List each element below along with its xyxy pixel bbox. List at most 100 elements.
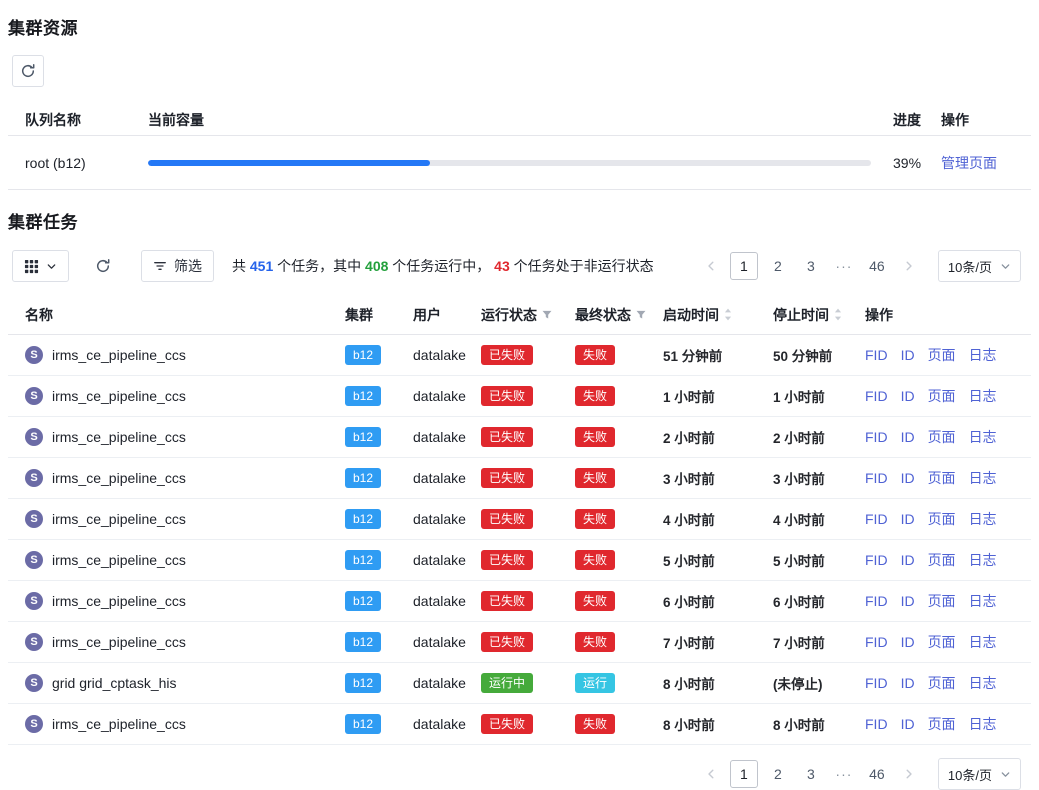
fid-link[interactable]: FID [865,347,888,363]
log-link[interactable]: 日志 [969,345,997,365]
page-link[interactable]: 页面 [928,468,956,488]
run-status-badge: 已失败 [481,632,533,652]
run-status-badge: 已失败 [481,345,533,365]
page-link[interactable]: 页面 [928,632,956,652]
page-link[interactable]: 页面 [928,673,956,693]
log-link[interactable]: 日志 [969,509,997,529]
log-link[interactable]: 日志 [969,632,997,652]
col-header-run-status: 运行状态 [481,305,575,325]
page-button-3[interactable]: 3 [798,760,824,788]
log-link[interactable]: 日志 [969,591,997,611]
log-link[interactable]: 日志 [969,386,997,406]
tasks-refresh-button[interactable] [87,250,119,282]
page-link[interactable]: 页面 [928,550,956,570]
filter-funnel-icon[interactable] [541,309,553,321]
id-link[interactable]: ID [901,552,915,568]
resources-toolbar [12,55,1027,87]
page-link[interactable]: 页面 [928,427,956,447]
sort-icon[interactable] [833,307,843,322]
log-link[interactable]: 日志 [969,714,997,734]
page-link[interactable]: 页面 [928,345,956,365]
page-link[interactable]: 页面 [928,509,956,529]
start-time: 8 小时前 [663,673,715,693]
stop-time: 1 小时前 [773,386,825,406]
summary-text: 共 [232,258,250,274]
id-link[interactable]: ID [901,470,915,486]
page-size-select[interactable]: 10条/页 [938,758,1021,790]
next-page-button[interactable] [897,762,921,786]
cluster-tag: b12 [345,345,381,365]
run-status-badge: 已失败 [481,509,533,529]
run-status-badge: 已失败 [481,550,533,570]
table-row: S irms_ce_pipeline_ccs b12 datalake 已失败 … [8,704,1031,745]
task-user: datalake [413,675,466,691]
fid-link[interactable]: FID [865,511,888,527]
resources-table-header: 队列名称 当前容量 进度 操作 [8,104,1031,136]
fid-link[interactable]: FID [865,388,888,404]
fid-link[interactable]: FID [865,716,888,732]
run-status-badge: 已失败 [481,591,533,611]
col-header-final-status: 最终状态 [575,305,663,325]
log-link[interactable]: 日志 [969,468,997,488]
id-link[interactable]: ID [901,675,915,691]
cluster-tag: b12 [345,550,381,570]
pagination-top: 1 2 3 ··· 46 10条/页 [699,250,1021,282]
page-link[interactable]: 页面 [928,591,956,611]
tasks-summary: 共 451 个任务，其中 408 个任务运行中， 43 个任务处于非运行状态 [232,256,654,276]
filter-funnel-icon[interactable] [635,309,647,321]
id-link[interactable]: ID [901,388,915,404]
page-ellipsis[interactable]: ··· [831,760,857,788]
task-user: datalake [413,716,466,732]
table-row: S irms_ce_pipeline_ccs b12 datalake 已失败 … [8,540,1031,581]
task-name: irms_ce_pipeline_ccs [52,470,186,486]
task-name: irms_ce_pipeline_ccs [52,511,186,527]
page-button-2[interactable]: 2 [765,252,791,280]
log-link[interactable]: 日志 [969,673,997,693]
fid-link[interactable]: FID [865,429,888,445]
task-name: irms_ce_pipeline_ccs [52,552,186,568]
fid-link[interactable]: FID [865,470,888,486]
fid-link[interactable]: FID [865,552,888,568]
task-name: irms_ce_pipeline_ccs [52,347,186,363]
page-button-3[interactable]: 3 [798,252,824,280]
fid-link[interactable]: FID [865,675,888,691]
next-page-button[interactable] [897,254,921,278]
page-size-select[interactable]: 10条/页 [938,250,1021,282]
id-link[interactable]: ID [901,511,915,527]
fid-link[interactable]: FID [865,634,888,650]
stop-time: 4 小时前 [773,509,825,529]
page-button-46[interactable]: 46 [864,252,890,280]
log-link[interactable]: 日志 [969,427,997,447]
table-row: S irms_ce_pipeline_ccs b12 datalake 已失败 … [8,376,1031,417]
manage-page-link[interactable]: 管理页面 [941,155,997,171]
col-header-action: 操作 [935,110,1031,130]
start-time: 2 小时前 [663,427,715,447]
fid-link[interactable]: FID [865,593,888,609]
table-row: S irms_ce_pipeline_ccs b12 datalake 已失败 … [8,458,1031,499]
columns-button[interactable] [12,250,69,282]
id-link[interactable]: ID [901,716,915,732]
page-link[interactable]: 页面 [928,714,956,734]
chevron-down-icon [1000,261,1011,272]
sort-icon[interactable] [723,307,733,322]
resources-refresh-button[interactable] [12,55,44,87]
page-button-1[interactable]: 1 [730,252,758,280]
id-link[interactable]: ID [901,634,915,650]
page-ellipsis[interactable]: ··· [831,252,857,280]
cluster-tag: b12 [345,591,381,611]
page-link[interactable]: 页面 [928,386,956,406]
log-link[interactable]: 日志 [969,550,997,570]
page-button-1[interactable]: 1 [730,760,758,788]
id-link[interactable]: ID [901,347,915,363]
filter-button[interactable]: 筛选 [141,250,214,282]
prev-page-button[interactable] [699,254,723,278]
prev-page-button[interactable] [699,762,723,786]
cluster-tag: b12 [345,632,381,652]
page-button-46[interactable]: 46 [864,760,890,788]
running-task-count: 408 [365,258,388,274]
id-link[interactable]: ID [901,593,915,609]
progress-percent: 39% [885,155,935,171]
page-button-2[interactable]: 2 [765,760,791,788]
id-link[interactable]: ID [901,429,915,445]
run-status-badge: 已失败 [481,427,533,447]
